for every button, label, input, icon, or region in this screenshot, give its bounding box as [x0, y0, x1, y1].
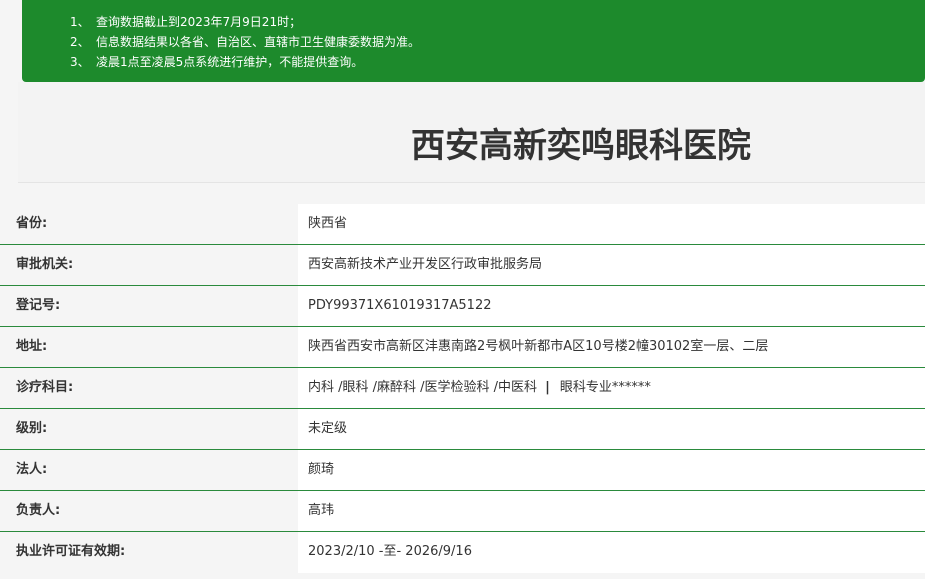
table-row-departments: 诊疗科目: 内科 /眼科 /麻醉科 /医学检验科 /中医科 | 眼科专业******	[0, 368, 925, 409]
table-row-address: 地址: 陕西省西安市高新区沣惠南路2号枫叶新都市A区10号楼2幢30102室一层…	[0, 327, 925, 368]
notice-item: 3、 凌晨1点至凌晨5点系统进行维护，不能提供查询。	[70, 52, 925, 72]
row-value: 高玮	[298, 491, 925, 531]
table-row-legal-person: 法人: 颜琦	[0, 450, 925, 491]
row-label: 级别:	[0, 409, 298, 449]
table-row-person-in-charge: 负责人: 高玮	[0, 491, 925, 532]
row-value: 未定级	[298, 409, 925, 449]
table-row-approval-authority: 审批机关: 西安高新技术产业开发区行政审批服务局	[0, 245, 925, 286]
notice-list: 1、 查询数据截止到2023年7月9日21时； 2、 信息数据结果以各省、自治区、直…	[70, 12, 925, 72]
row-label: 省份:	[0, 204, 298, 244]
notice-item-text: 凌晨1点至凌晨5点系统进行维护，不能提供查询。	[96, 55, 364, 69]
departments-list: 内科 /眼科 /麻醉科 /医学检验科 /中医科	[308, 380, 538, 395]
row-label: 审批机关:	[0, 245, 298, 285]
row-label: 法人:	[0, 450, 298, 490]
table-row-province: 省份: 陕西省	[0, 204, 925, 245]
title-area: 西安高新奕鸣眼科医院	[18, 82, 925, 183]
row-label: 地址:	[0, 327, 298, 367]
row-value: 2023/2/10 -至- 2026/9/16	[298, 532, 925, 573]
notice-item-number: 2、	[70, 35, 90, 49]
notice-item-number: 3、	[70, 55, 90, 69]
row-label: 登记号:	[0, 286, 298, 326]
row-label: 诊疗科目:	[0, 368, 298, 408]
table-row-license-validity: 执业许可证有效期: 2023/2/10 -至- 2026/9/16	[0, 532, 925, 573]
notice-item-number: 1、	[70, 15, 90, 29]
notice-item: 1、 查询数据截止到2023年7月9日21时；	[70, 12, 925, 32]
notice-item-text: 信息数据结果以各省、自治区、直辖市卫生健康委数据为准。	[96, 35, 421, 49]
row-value: 内科 /眼科 /麻醉科 /医学检验科 /中医科 | 眼科专业******	[298, 368, 925, 408]
notice-item-text: 查询数据截止到2023年7月9日21时；	[96, 15, 302, 29]
departments-separator: |	[545, 380, 550, 395]
page-title: 西安高新奕鸣眼科医院	[411, 126, 751, 166]
notice-item: 2、 信息数据结果以各省、自治区、直辖市卫生健康委数据为准。	[70, 32, 925, 52]
table-row-registration-number: 登记号: PDY99371X61019317A5122	[0, 286, 925, 327]
notice-banner: 1、 查询数据截止到2023年7月9日21时； 2、 信息数据结果以各省、自治区、直…	[22, 0, 925, 82]
row-label: 执业许可证有效期:	[0, 532, 298, 573]
table-row-level: 级别: 未定级	[0, 409, 925, 450]
row-value: 西安高新技术产业开发区行政审批服务局	[298, 245, 925, 285]
departments-specialty: 眼科专业******	[559, 380, 651, 395]
row-label: 负责人:	[0, 491, 298, 531]
info-table: 省份: 陕西省 审批机关: 西安高新技术产业开发区行政审批服务局 登记号: PD…	[0, 204, 925, 573]
row-value: 陕西省西安市高新区沣惠南路2号枫叶新都市A区10号楼2幢30102室一层、二层	[298, 327, 925, 367]
row-value: 陕西省	[298, 204, 925, 244]
row-value: PDY99371X61019317A5122	[298, 286, 925, 326]
row-value: 颜琦	[298, 450, 925, 490]
